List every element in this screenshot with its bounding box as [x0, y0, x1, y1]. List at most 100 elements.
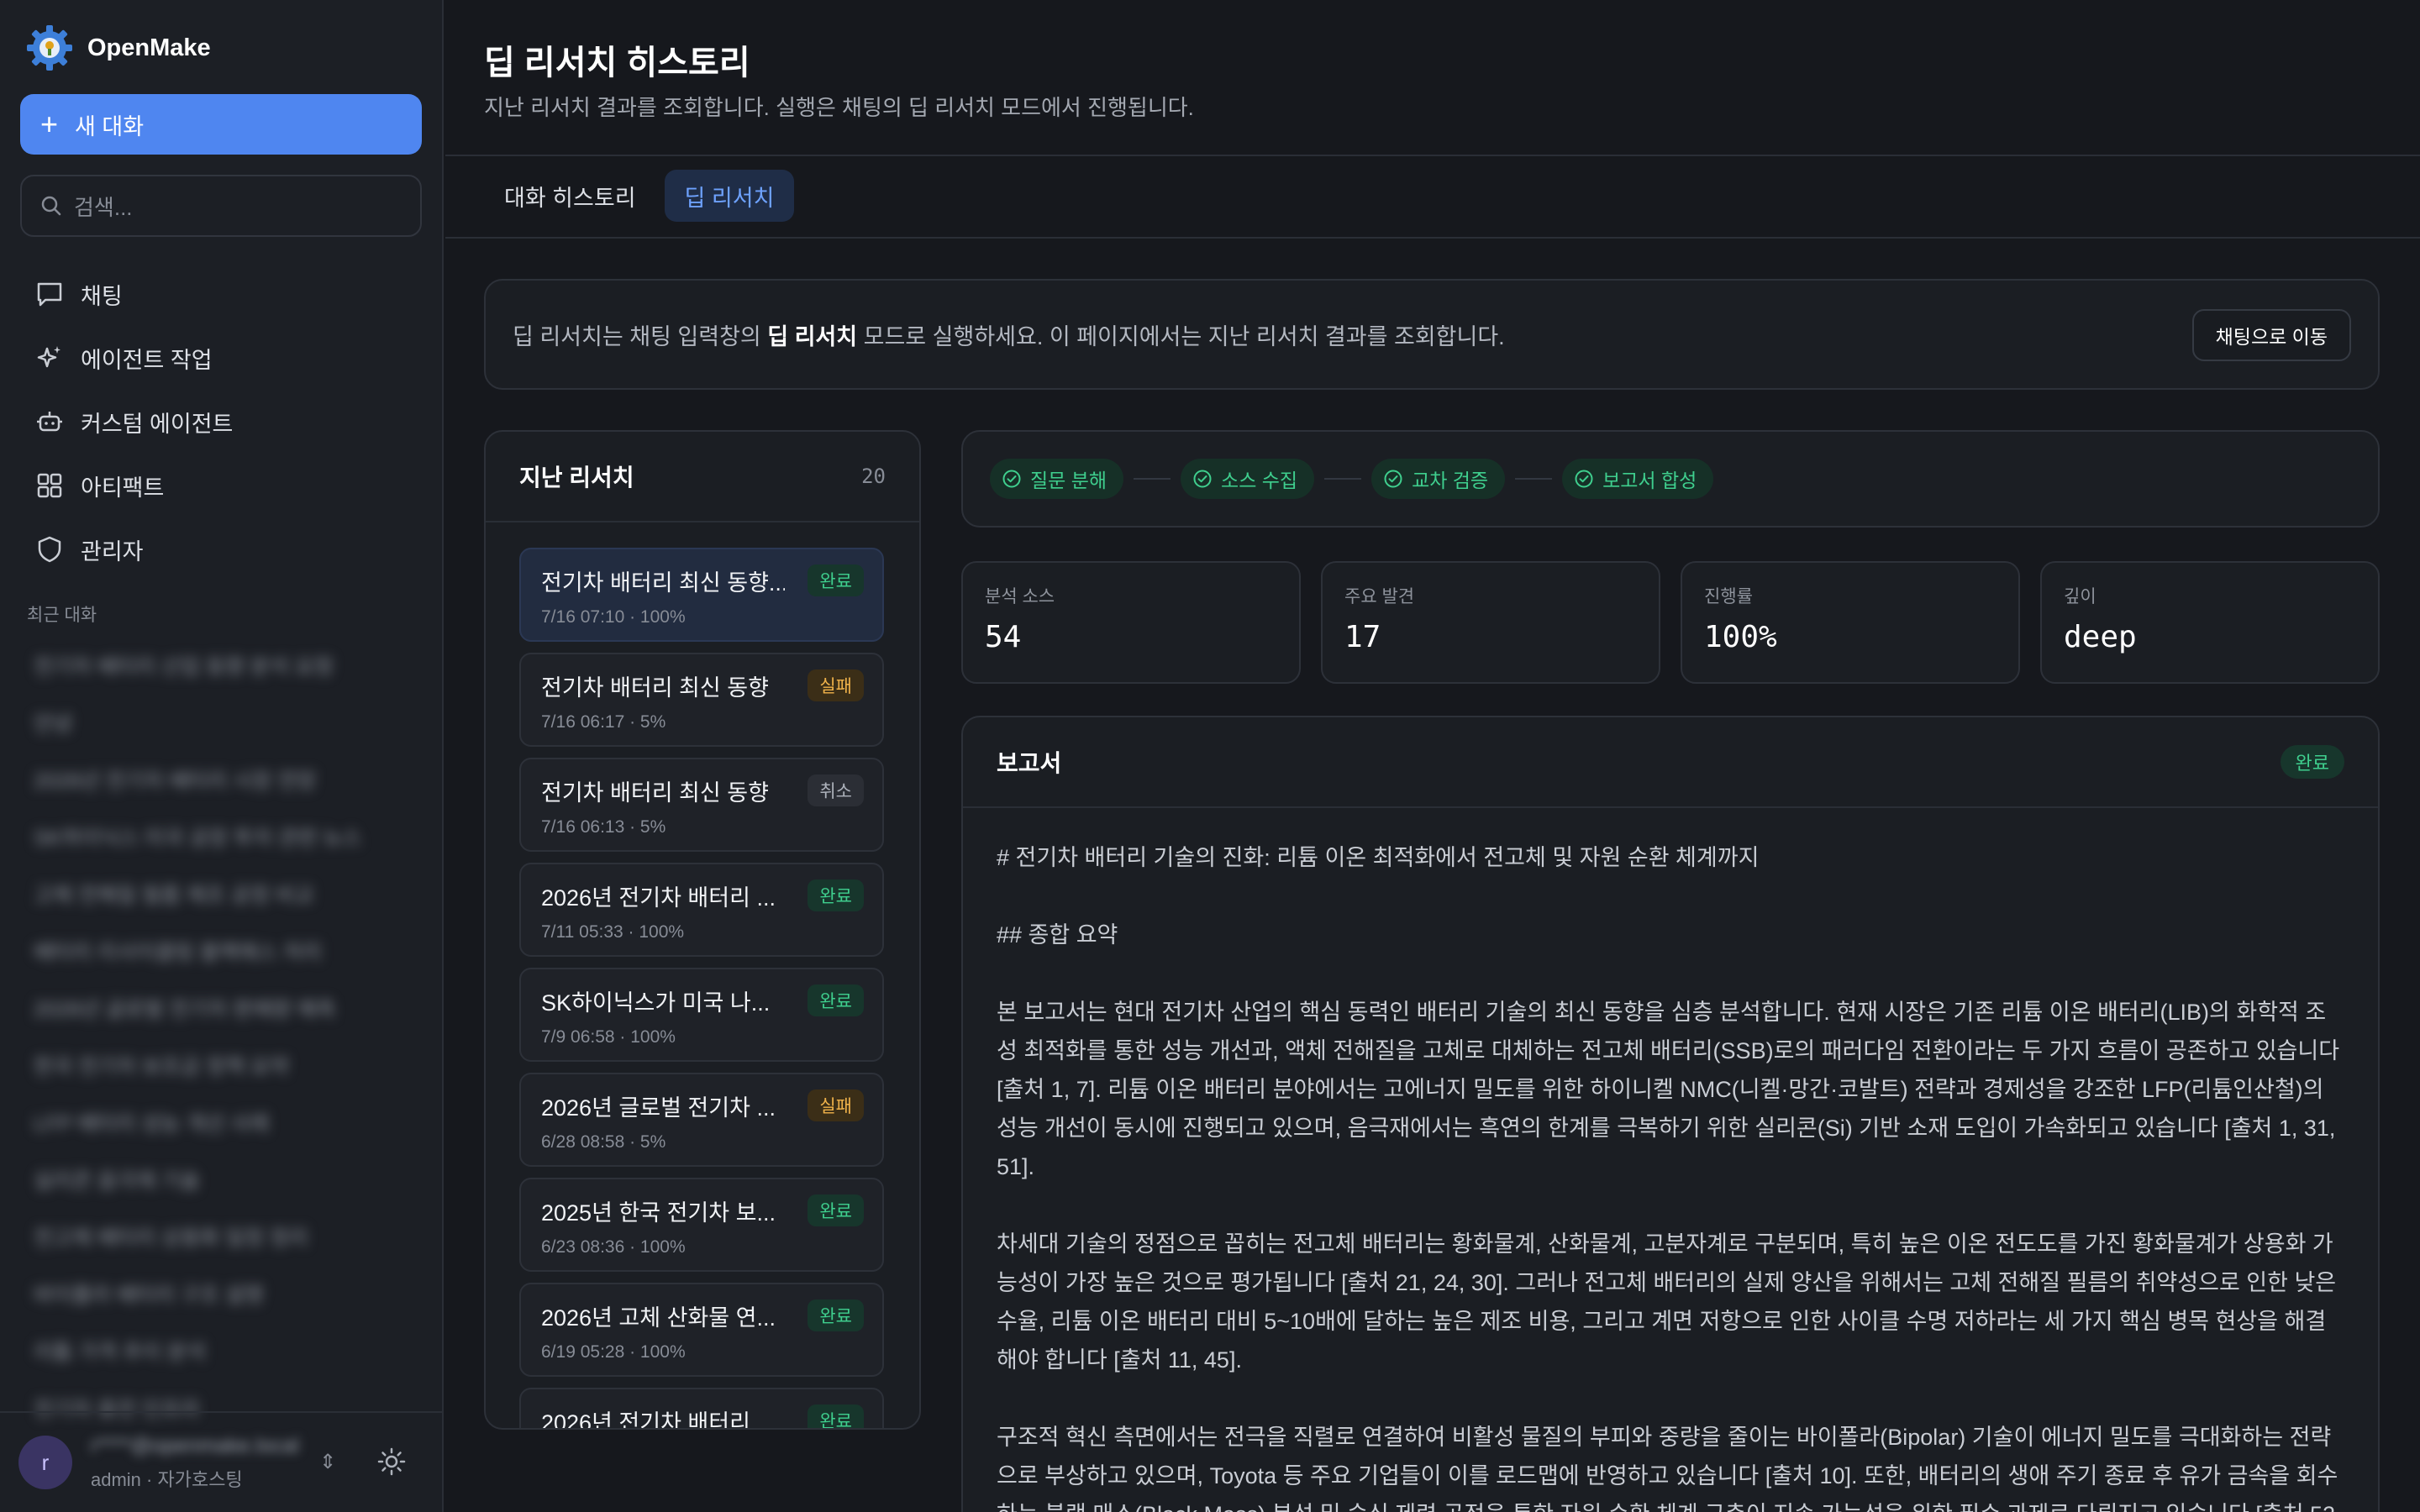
history-item[interactable]: 전기차 배터리 최신 동향 7/16 06:17 · 5% 실패 [519, 653, 884, 747]
avatar: r [18, 1436, 72, 1489]
step-synthesize: 보고서 합성 [1562, 459, 1714, 499]
stat-label: 주요 발견 [1344, 587, 1415, 606]
stat-card-progress: 진행률 100% [1681, 561, 2020, 684]
step-label: 보고서 합성 [1602, 470, 1697, 491]
recent-item[interactable]: 리튬 가격 추이 분석 [34, 1322, 412, 1379]
recent-item[interactable]: 2026년 글로벌 전기차 판매량 예측 [34, 979, 412, 1037]
user-bar[interactable]: r r****@openmake.local admin · 자가호스팅 ⇕ [0, 1411, 444, 1512]
sidebar-item-custom-agents[interactable]: 커스텀 에이전트 [20, 390, 422, 454]
shield-icon [38, 536, 61, 563]
stat-label: 분석 소스 [985, 587, 1055, 606]
stat-value: 17 [1344, 620, 1381, 654]
history-item-meta: 7/16 06:13 · 5% [541, 817, 666, 837]
report-panel: 보고서 완료 # 전기차 배터리 기술의 진화: 리튬 이온 최적화에서 전고체… [961, 716, 2380, 1512]
report-header: 보고서 완료 [963, 717, 2378, 808]
history-item[interactable]: SK하이닉스가 미국 나... 7/9 06:58 · 100% 완료 [519, 968, 884, 1062]
stat-value: 54 [985, 620, 1022, 654]
status-badge: 취소 [808, 774, 864, 806]
recent-item[interactable]: 고체 전해질 필름 제조 공정 비교 [34, 865, 412, 922]
history-item[interactable]: 전기차 배터리 최신 동향... 7/16 07:10 · 100% 완료 [519, 548, 884, 642]
recent-item[interactable]: 바이폴라 배터리 구조 설명 [34, 1265, 412, 1322]
recent-conversations-list: 전기차 배터리 산업 동향 분석 요청 안녕 2026년 전기차 배터리 시장 … [34, 637, 412, 1436]
stat-value: deep [2064, 620, 2137, 654]
search-icon [41, 196, 61, 216]
user-info: r****@openmake.local admin · 자가호스팅 [91, 1434, 309, 1492]
sidebar: OpenMake + 새 대화 검색... 채팅 에이전트 작업 커스텀 에이전… [0, 0, 444, 1512]
app-name: OpenMake [87, 34, 211, 61]
plus-icon: + [40, 107, 59, 141]
chevron-up-down-icon[interactable]: ⇕ [319, 1450, 336, 1474]
sidebar-item-chat[interactable]: 채팅 [20, 262, 422, 326]
sidebar-item-label: 에이전트 작업 [81, 347, 213, 373]
history-item-meta: 7/9 06:58 · 100% [541, 1027, 676, 1047]
user-email: r****@openmake.local [91, 1433, 299, 1457]
sidebar-item-artifacts[interactable]: 아티팩트 [20, 454, 422, 517]
main-content: 딥 리서치 히스토리 지난 리서치 결과를 조회합니다. 실행은 채팅의 딥 리… [445, 0, 2420, 1512]
report-paragraph: 본 보고서는 현대 전기차 산업의 핵심 동력인 배터리 기술의 최신 동향을 … [997, 1000, 2340, 1179]
recent-item[interactable]: SK하이닉스 미국 공장 투자 관련 뉴스 [34, 808, 412, 865]
sun-icon[interactable] [375, 1445, 408, 1478]
check-circle-icon [1193, 470, 1212, 488]
report-heading: # 전기차 배터리 기술의 진화: 리튬 이온 최적화에서 전고체 및 자원 순… [997, 845, 1760, 870]
recent-item[interactable]: 한국 전기차 보조금 정책 요약 [34, 1037, 412, 1094]
info-text-prefix: 딥 리서치는 채팅 입력창의 [513, 323, 768, 349]
recent-item[interactable]: 실리콘 음극재 기술 [34, 1151, 412, 1208]
history-title: 지난 리서치 [519, 465, 634, 491]
history-item-title: 2026년 고체 산화물 연... [541, 1305, 776, 1331]
recent-item[interactable]: 배터리 리사이클링 블랙매스 처리 [34, 922, 412, 979]
grid-icon [37, 473, 62, 498]
recent-item[interactable]: 전기차 배터리 산업 동향 분석 요청 [34, 637, 412, 694]
history-item[interactable]: 2025년 한국 전기차 보... 6/23 08:36 · 100% 완료 [519, 1178, 884, 1272]
history-item[interactable]: 2026년 글로벌 전기차 ... 6/28 08:58 · 5% 실패 [519, 1073, 884, 1167]
tab-deep-research[interactable]: 딥 리서치 [664, 170, 795, 222]
step-connector [1515, 478, 1553, 480]
status-badge: 완료 [808, 564, 864, 596]
tab-chat-history[interactable]: 대화 히스토리 [484, 170, 656, 222]
info-text: 딥 리서치는 채팅 입력창의 딥 리서치 모드로 실행하세요. 이 페이지에서는… [513, 318, 1505, 351]
sidebar-item-admin[interactable]: 관리자 [20, 517, 422, 581]
history-count: 20 [861, 465, 886, 488]
sidebar-nav: 채팅 에이전트 작업 커스텀 에이전트 아티팩트 관리자 [20, 262, 422, 581]
search-input[interactable]: 검색... [20, 175, 422, 237]
report-title: 보고서 [997, 750, 1062, 776]
gear-logo-icon [27, 25, 72, 71]
history-item-title: 2025년 한국 전기차 보... [541, 1200, 776, 1226]
sidebar-item-agent-tasks[interactable]: 에이전트 작업 [20, 326, 422, 390]
history-item-meta: 7/16 07:10 · 100% [541, 607, 686, 627]
recent-item[interactable]: 안녕 [34, 694, 412, 751]
info-text-suffix: 모드로 실행하세요. 이 페이지에서는 지난 리서치 결과를 조회합니다. [857, 323, 1505, 349]
research-history-panel: 지난 리서치 20 전기차 배터리 최신 동향... 7/16 07:10 · … [484, 430, 921, 1430]
status-badge: 완료 [808, 984, 864, 1016]
check-circle-icon [1575, 470, 1593, 488]
go-to-chat-button[interactable]: 채팅으로 이동 [2191, 309, 2351, 361]
recent-conversations-title: 최근 대화 [27, 606, 97, 625]
recent-item[interactable]: 전고체 배터리 상용화 일정 정리 [34, 1208, 412, 1265]
status-badge: 완료 [808, 1299, 864, 1331]
step-decompose: 질문 분해 [990, 459, 1124, 499]
history-item[interactable]: 2026년 전기차 배터리 ... 완료 [519, 1388, 884, 1428]
chat-icon [37, 282, 62, 307]
brand[interactable]: OpenMake [25, 24, 211, 72]
history-item[interactable]: 전기차 배터리 최신 동향 7/16 06:13 · 5% 취소 [519, 758, 884, 852]
new-chat-button[interactable]: + 새 대화 [20, 94, 422, 155]
status-badge: 실패 [808, 669, 864, 701]
status-badge: 완료 [808, 1194, 864, 1226]
history-item-meta: 6/28 08:58 · 5% [541, 1132, 666, 1152]
recent-item[interactable]: 2026년 전기차 배터리 시장 전망 [34, 751, 412, 808]
history-item[interactable]: 2026년 고체 산화물 연... 6/19 05:28 · 100% 완료 [519, 1283, 884, 1377]
status-badge: 완료 [808, 1404, 864, 1428]
history-item-meta: 6/19 05:28 · 100% [541, 1342, 686, 1362]
history-item-meta: 7/11 05:33 · 100% [541, 922, 685, 942]
check-circle-icon [1002, 470, 1021, 488]
history-list: 전기차 배터리 최신 동향... 7/16 07:10 · 100% 완료 전기… [519, 548, 884, 1428]
recent-item[interactable]: LFP 배터리 성능 개선 사례 [34, 1094, 412, 1151]
page-title: 딥 리서치 히스토리 [484, 45, 750, 81]
stat-value: 100% [1704, 620, 1777, 654]
report-paragraph: 구조적 혁신 측면에서는 전극을 직렬로 연결하여 비활성 물질의 부피와 중량… [997, 1425, 2342, 1512]
step-label: 질문 분해 [1030, 470, 1107, 491]
status-badge: 실패 [808, 1089, 864, 1121]
history-item[interactable]: 2026년 전기차 배터리 ... 7/11 05:33 · 100% 완료 [519, 863, 884, 957]
sidebar-item-label: 관리자 [81, 538, 144, 564]
sparkle-icon [37, 346, 60, 368]
step-connector [1134, 478, 1171, 480]
